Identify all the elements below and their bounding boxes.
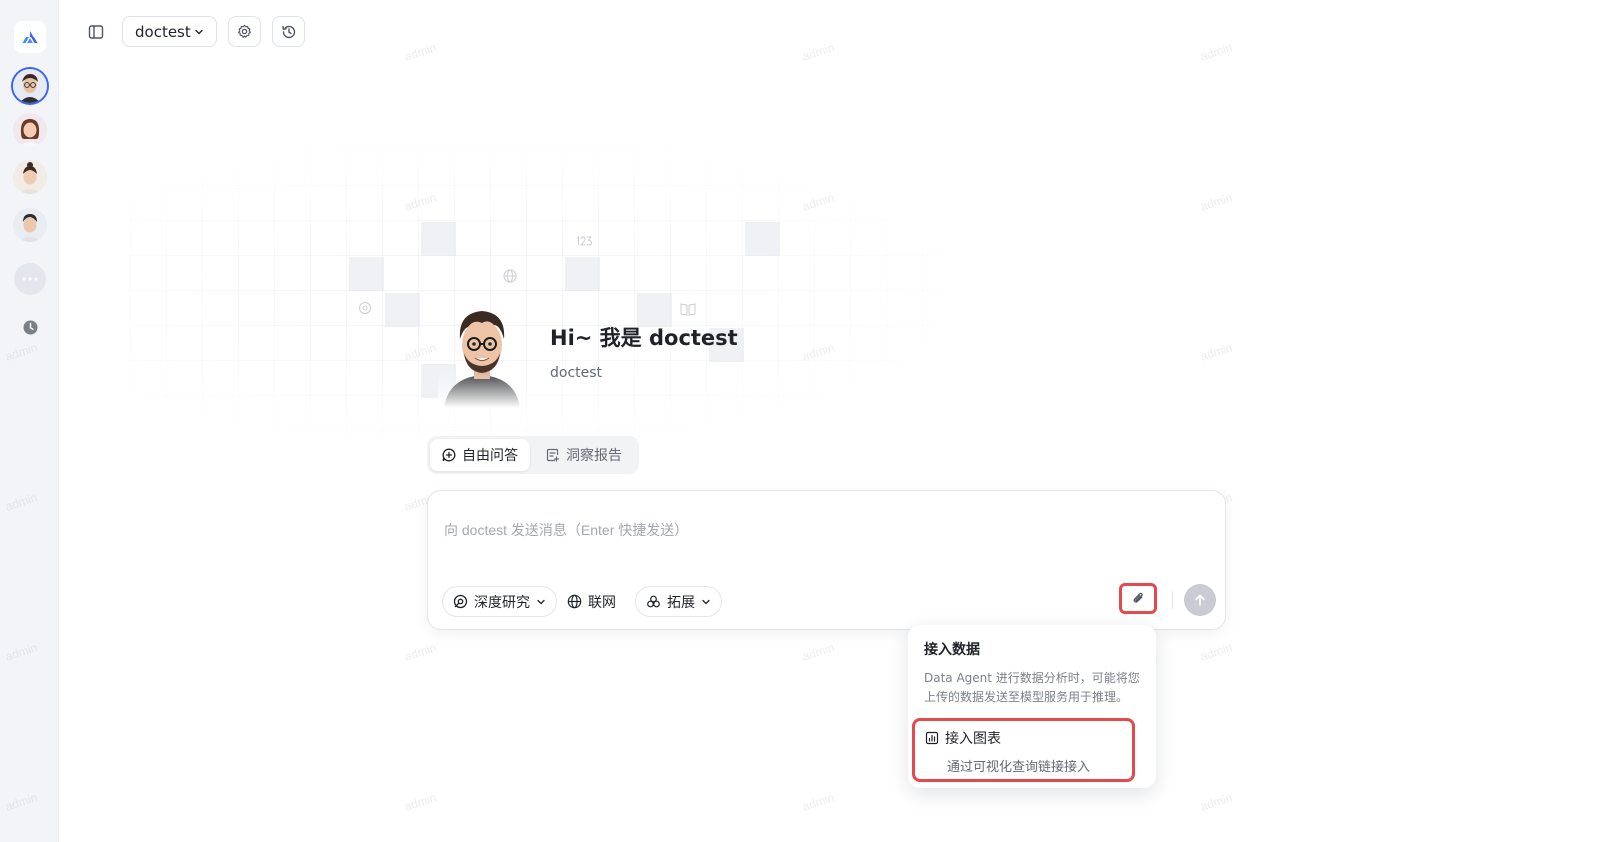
report-icon (546, 448, 560, 462)
attach-chart-description: 通过可视化查询链接接入 (947, 760, 1091, 775)
clock-button[interactable] (21, 318, 39, 336)
watermark: admin (402, 640, 439, 664)
attach-button[interactable] (1119, 583, 1157, 614)
paperclip-icon (1132, 592, 1143, 603)
panel-toggle-icon (88, 25, 104, 39)
watermark: admin (1198, 190, 1235, 214)
grid-tile (745, 222, 780, 256)
extension-icon (647, 595, 660, 608)
send-button[interactable] (1184, 584, 1216, 616)
gear-icon (238, 24, 251, 38)
settings-button[interactable] (228, 16, 261, 47)
watermark: admin (800, 790, 837, 814)
more-icon (22, 277, 38, 281)
grid-tile (565, 257, 600, 291)
chart-icon (925, 731, 939, 745)
clock-icon (23, 320, 37, 334)
hero-subtitle: doctest (550, 365, 603, 381)
deep-research-icon (453, 594, 468, 609)
popover-title: 接入数据 (924, 642, 980, 658)
history-button[interactable] (272, 16, 305, 47)
web-search-label: 联网 (588, 594, 616, 611)
tab-free-qa-label: 自由问答 (462, 448, 518, 464)
message-input[interactable] (444, 505, 1204, 555)
popover-description: Data Agent 进行数据分析时，可能将您上传的数据发送至模型服务用于推理。 (924, 671, 1140, 704)
book-decoration-icon (680, 303, 696, 316)
history-icon (281, 25, 295, 38)
number-decoration-icon (576, 236, 593, 246)
watermark: admin (800, 640, 837, 664)
deep-research-label: 深度研究 (474, 594, 530, 611)
globe-decoration-icon (503, 269, 517, 283)
agent-avatar-1[interactable] (13, 69, 47, 103)
watermark: admin (1198, 640, 1235, 664)
agent-avatar-3[interactable] (13, 160, 47, 194)
panel-toggle-button[interactable] (87, 23, 105, 41)
attach-chart-option[interactable]: 接入图表 通过可视化查询链接接入 (912, 718, 1135, 782)
toolbar-divider (1172, 591, 1173, 609)
logo-icon[interactable] (14, 21, 46, 53)
chevron-down-icon (537, 599, 545, 604)
agent-selector[interactable]: doctest (122, 16, 217, 47)
tab-insight-report[interactable]: 洞察报告 (534, 439, 634, 471)
agent-hero-avatar (438, 303, 526, 408)
watermark: admin (1198, 340, 1235, 364)
chevron-down-icon (702, 599, 710, 604)
research-decoration-icon (359, 302, 371, 314)
tab-insight-report-label: 洞察报告 (566, 448, 622, 464)
watermark: admin (1198, 790, 1235, 814)
extensions-label: 拓展 (667, 594, 695, 611)
grid-tile (349, 257, 384, 291)
globe-icon (567, 594, 582, 609)
agent-avatar-2[interactable] (13, 113, 47, 147)
chat-icon (442, 448, 456, 462)
sidebar (0, 0, 59, 842)
more-agents-button[interactable] (14, 263, 46, 295)
decorative-grid (130, 150, 1020, 470)
watermark: admin (402, 40, 439, 64)
arrow-up-icon (1195, 594, 1205, 606)
message-composer: 深度研究 联网 拓展 (427, 490, 1226, 630)
tab-free-qa[interactable]: 自由问答 (430, 439, 530, 471)
agent-selector-label: doctest (135, 22, 191, 41)
grid-tile (421, 222, 456, 256)
watermark: admin (800, 40, 837, 64)
watermark: admin (1198, 40, 1235, 64)
agent-avatar-4[interactable] (13, 208, 47, 242)
deep-research-dropdown[interactable]: 深度研究 (442, 586, 557, 617)
grid-tile (385, 293, 420, 327)
attach-chart-title: 接入图表 (945, 731, 1001, 747)
extensions-dropdown[interactable]: 拓展 (635, 586, 722, 617)
chevron-down-icon (195, 29, 203, 34)
mode-tabs: 自由问答 洞察报告 (427, 436, 639, 474)
hero-title: Hi~ 我是 doctest (550, 326, 738, 350)
watermark: admin (402, 790, 439, 814)
attach-data-popover: 接入数据 Data Agent 进行数据分析时，可能将您上传的数据发送至模型服务… (908, 625, 1156, 788)
web-search-toggle[interactable]: 联网 (556, 586, 627, 617)
